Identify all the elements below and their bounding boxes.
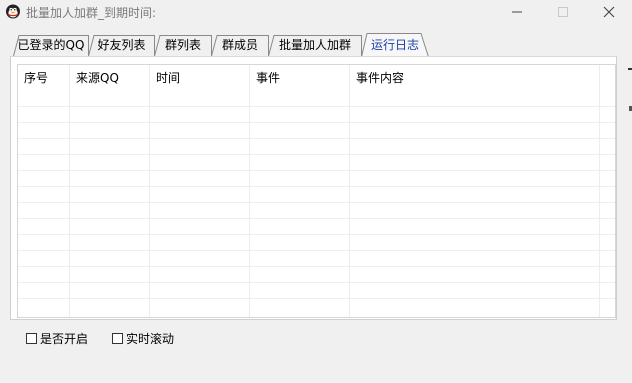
grid-line [18,154,615,155]
grid-line [18,298,615,299]
tab-logged-in-qq[interactable]: 已登录的QQ [13,35,89,56]
grid-line [149,65,150,317]
tab-label: 群列表 [164,38,201,52]
grid-line [18,218,615,219]
tab-label: 运行日志 [370,38,419,52]
realtime-scroll-checkbox[interactable]: 实时滚动 [112,331,175,346]
grid-line [69,65,70,317]
grid-line [18,266,615,267]
minimize-button[interactable] [494,0,540,24]
grid-line [18,122,615,123]
close-icon [603,6,615,18]
column-header-time[interactable]: 时间 [150,65,250,91]
column-header-event-content[interactable]: 事件内容 [350,65,600,91]
penguin-icon [6,4,20,19]
tab-group-members[interactable]: 群成员 [211,35,269,56]
tab-batch-add[interactable]: 批量加人加群 [268,35,362,56]
tab-run-log[interactable]: 运行日志 [361,33,429,57]
tab-friend-list[interactable]: 好友列表 [88,35,155,56]
grid-line [18,202,615,203]
column-header-index[interactable]: 序号 [18,65,70,91]
grid-line [18,186,615,187]
main-window: 批量加人加群_到期时间: 已登录的QQ 好友列表 群列表 群成员 批量加人加群 … [0,0,632,383]
close-button[interactable] [586,0,632,24]
grid-line [18,250,615,251]
grid-line [18,170,615,171]
tab-group-list[interactable]: 群列表 [154,35,212,56]
grid-line [599,65,600,317]
tab-label: 好友列表 [97,38,146,52]
log-table[interactable]: 序号 来源QQ 时间 事件 事件内容 [17,64,616,318]
table-header: 序号 来源QQ 时间 事件 事件内容 [18,65,615,91]
title-bar: 批量加人加群_到期时间: [0,0,632,24]
maximize-button[interactable] [540,0,586,24]
window-edge-mark [628,68,632,70]
column-header-event[interactable]: 事件 [250,65,350,91]
checkbox-box[interactable] [26,332,37,344]
minimize-icon [512,11,522,13]
maximize-icon [558,7,568,17]
column-header-source-qq[interactable]: 来源QQ [70,65,150,91]
realtime-scroll-label: 实时滚动 [126,331,175,346]
grid-line [249,65,250,317]
enable-label: 是否开启 [40,331,89,346]
grid-line [349,65,350,317]
window-title: 批量加人加群_到期时间: [26,6,157,20]
tab-label: 批量加人加群 [278,38,351,52]
grid-line [18,106,615,107]
checkbox-box[interactable] [112,332,123,344]
tab-label: 已登录的QQ [17,38,85,52]
tab-label: 群成员 [221,38,258,52]
enable-checkbox[interactable]: 是否开启 [26,331,89,346]
grid-line [18,282,615,283]
grid-line [18,234,615,235]
grid-line [18,138,615,139]
